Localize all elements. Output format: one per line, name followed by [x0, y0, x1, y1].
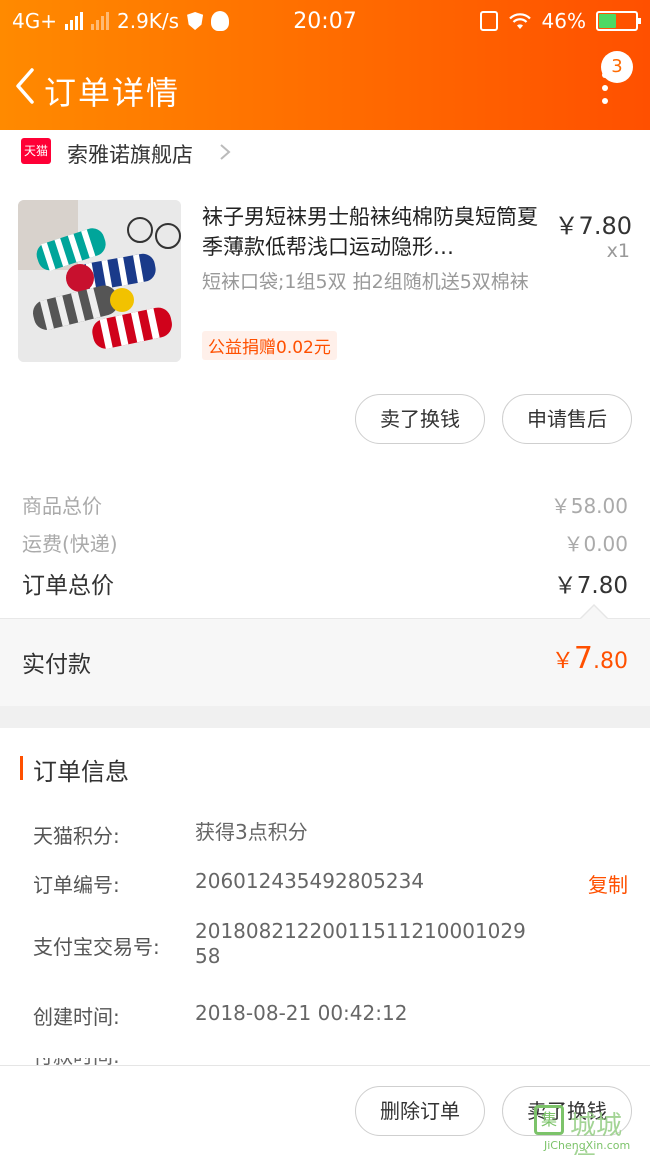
product-name: 袜子男短袜男士船袜纯棉防臭短筒夏季薄款低帮浅口运动隐形… — [202, 205, 538, 259]
section-divider — [0, 706, 650, 728]
shipping-row: 运费(快递) ￥0.00 — [22, 528, 628, 562]
goods-total-row: 商品总价 ￥58.00 — [22, 490, 628, 524]
shop-row[interactable]: 天猫 索雅诺旗舰店 — [0, 130, 650, 176]
order-number-value: 206012435492805234 — [195, 869, 425, 893]
goods-total-label: 商品总价 — [22, 494, 102, 518]
order-number-label: 订单编号: — [33, 873, 120, 897]
shipping-label: 运费(快递) — [22, 532, 118, 556]
alipay-trade-value: 2018082122001151121000102958 — [195, 919, 526, 968]
paid-integer: 7 — [573, 641, 593, 676]
points-value: 获得3点积分 — [195, 820, 308, 844]
goods-total-value: ￥58.00 — [550, 494, 628, 518]
status-bar: 4G+ 2.9K/s 20:07 46% — [0, 0, 650, 44]
after-sales-button[interactable]: 申请售后 — [502, 394, 632, 444]
paid-value: ￥7.80 — [552, 641, 628, 676]
watermark-sub: JiChengXin.com — [544, 1139, 631, 1152]
status-right: 46% — [479, 9, 641, 33]
charity-badge: 公益捐赠0.02元 — [202, 331, 337, 360]
watermark-mark: 集 — [534, 1105, 564, 1135]
page-title: 订单详情 — [44, 74, 181, 112]
battery-percent: 46% — [541, 9, 586, 33]
created-time-label: 创建时间: — [33, 1005, 120, 1029]
order-total-row: 订单总价 ￥7.80 — [22, 566, 628, 600]
top-bar: 4G+ 2.9K/s 20:07 46% 订单详情 3 — [0, 0, 650, 130]
paid-amount-row: 实付款 ￥7.80 — [0, 618, 650, 706]
product-sku: 短袜口袋;1组5双 拍2组随机送5双棉袜 — [202, 271, 529, 293]
shop-name: 索雅诺旗舰店 — [67, 143, 193, 167]
alipay-trade-label: 支付宝交易号: — [33, 935, 160, 959]
order-info-section: 订单信息 天猫积分: 获得3点积分 订单编号: 2060124354928052… — [0, 728, 650, 1066]
pointer-caret-inner — [581, 606, 607, 619]
paid-currency: ￥ — [551, 649, 574, 674]
wifi-icon — [508, 13, 531, 29]
product-card[interactable]: 袜子男短袜男士船袜纯棉防臭短筒夏季薄款低帮浅口运动隐形… ￥7.80 x1 短袜… — [0, 176, 650, 456]
copy-button[interactable]: 复制 — [588, 869, 628, 898]
shipping-value: ￥0.00 — [563, 532, 628, 556]
vibrate-icon — [479, 11, 498, 31]
chevron-right-icon — [220, 144, 231, 160]
battery-fill — [599, 14, 616, 28]
points-label: 天猫积分: — [33, 824, 120, 848]
product-quantity: x1 — [606, 240, 630, 262]
header: 订单详情 — [0, 54, 650, 124]
order-total-value: ￥7.80 — [553, 573, 628, 599]
created-time-value: 2018-08-21 00:42:12 — [195, 1001, 408, 1025]
paid-label: 实付款 — [22, 652, 91, 678]
product-price: ￥7.80 — [554, 212, 632, 240]
price-summary: 商品总价 ￥58.00 运费(快递) ￥0.00 订单总价 ￥7.80 — [0, 480, 650, 618]
sell-for-cash-button[interactable]: 卖了换钱 — [355, 394, 485, 444]
order-total-label: 订单总价 — [22, 573, 114, 599]
delete-order-button[interactable]: 删除订单 — [355, 1086, 485, 1136]
message-badge: 3 — [601, 51, 633, 83]
section-accent-bar — [20, 756, 23, 780]
order-info-title: 订单信息 — [33, 758, 129, 786]
watermark-logo: 集 城城信 JiChengXin.com — [534, 1105, 646, 1155]
paid-decimal: .80 — [593, 649, 628, 674]
battery-icon — [596, 11, 641, 31]
back-icon[interactable] — [10, 66, 40, 106]
tmall-logo-icon: 天猫 — [21, 138, 51, 164]
product-image[interactable] — [18, 200, 181, 362]
